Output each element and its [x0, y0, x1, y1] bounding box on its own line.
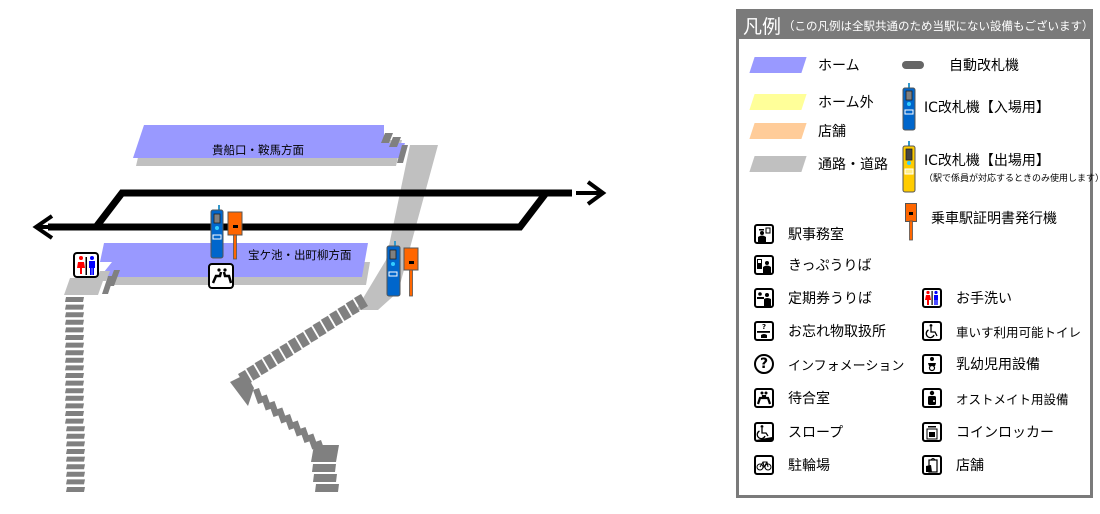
tracks [48, 189, 572, 231]
slope-icon [754, 422, 774, 442]
platform-swatch [749, 57, 807, 73]
waiting-room-icon [754, 388, 774, 408]
shop-icon [922, 455, 942, 475]
stair-step [65, 327, 84, 333]
restroom-icon [922, 288, 942, 308]
passage-swatch [749, 156, 807, 172]
stair-step [65, 365, 84, 371]
legend-lost-and-found: ? お忘れ物取扱所 [754, 321, 886, 341]
stair-step [66, 449, 85, 454]
baby-facility-icon [922, 354, 942, 374]
stair-step [66, 456, 85, 462]
track-upper [93, 189, 572, 230]
legend-slope: スロープ [754, 422, 843, 442]
ticket-counter-icon [754, 255, 774, 275]
stair-step [65, 357, 84, 363]
shop-swatch [749, 123, 807, 139]
legend-station-office: 駅事務室 [754, 224, 844, 244]
legend-panel: 凡例 （この凡例は全駅共通のため当駅にない設備もございます） ホーム ホーム外 … [736, 9, 1100, 498]
stair-step [65, 319, 84, 325]
platform-label-takaragaike-demachiyanagi: 宝ケ池・出町柳方面 [248, 248, 352, 262]
legend-area-platform: ホーム [749, 55, 860, 75]
stair-step [66, 433, 85, 439]
certificate-machine-passage [403, 247, 419, 297]
legend-ic-gate-entry: IC改札機【入場用】 [902, 83, 1050, 131]
legend-ostomate: オストメイト用設備 [922, 388, 1069, 408]
ic-gate-exit-label: IC改札機【出場用】 [924, 153, 1050, 169]
legend-area-passage: 通路・道路 [749, 154, 888, 174]
ic-gate-exit-note: （駅で係員が対応するときのみ使用します） [924, 174, 1100, 184]
stair-step [65, 395, 84, 401]
legend-waiting-room: 待合室 [754, 388, 830, 408]
restroom-icon [73, 252, 99, 278]
platform-label-kibuneguchi-kurama: 貴船口・鞍馬方面 [212, 143, 304, 157]
arrow-right-icon [576, 180, 607, 206]
ic-gate-entry-icon [902, 83, 916, 131]
legend-auto-gate: 自動改札機 [902, 55, 1019, 75]
track-lower [48, 190, 549, 231]
waiting-room-icon [208, 263, 234, 289]
legend-wheelchair-toilet: 車いす利用可能トイレ [922, 321, 1081, 341]
legend-title-bar: 凡例 （この凡例は全駅共通のため当駅にない設備もございます） [739, 12, 1094, 39]
stair-step [66, 464, 85, 470]
legend-area-shop: 店舗 [749, 121, 846, 141]
arrow-left-icon [32, 214, 62, 240]
stair-step [66, 487, 85, 492]
legend-note: （この凡例は全駅共通のため当駅にない設備もございます） [783, 18, 1094, 33]
stair-step [65, 350, 84, 356]
legend-bicycle-parking: 駐輪場 [754, 455, 830, 475]
legend-certificate-machine: 乗車駅証明書発行機 [905, 203, 1057, 241]
legend-restroom: お手洗い [922, 288, 1012, 308]
stair-step [65, 411, 84, 416]
certificate-machine-icon [905, 203, 917, 241]
legend-ticket-counter: きっぷうりば [754, 255, 871, 275]
ic-gate-entry-lower [210, 205, 224, 259]
auto-gate-icon [902, 61, 924, 69]
commuter-pass-counter-icon [754, 288, 774, 308]
stair-step [66, 441, 85, 447]
stair-step [315, 484, 339, 492]
legend-area-outside-platform: ホーム外 [749, 92, 874, 112]
stair-step [65, 342, 84, 348]
outside-platform-swatch [749, 94, 807, 110]
stair-step [66, 479, 85, 485]
stair-step [65, 312, 84, 318]
stair-step [66, 471, 85, 477]
ic-gate-exit-icon [902, 141, 916, 193]
ic-gate-entry-passage [386, 241, 401, 297]
stair-step [66, 426, 85, 432]
stair-step [65, 297, 84, 302]
information-icon: ? [754, 354, 774, 374]
legend-ic-gate-exit: IC改札機【出場用】 （駅で係員が対応するときのみ使用します） [902, 141, 1100, 193]
stair-step [313, 474, 337, 482]
ostomate-icon [922, 388, 942, 408]
stair-step [311, 445, 339, 462]
wheelchair-toilet-icon [922, 321, 942, 341]
stair-step [65, 380, 84, 386]
legend-baby-facility: 乳幼児用設備 [922, 354, 1040, 374]
svg-text:?: ? [762, 323, 766, 331]
stair-step [65, 418, 84, 424]
stair-step [65, 335, 84, 340]
stair-step [230, 374, 254, 406]
stair-step [65, 304, 84, 310]
legend-title: 凡例 [743, 16, 782, 38]
legend-coin-locker: コインロッカー [922, 422, 1054, 442]
stair-step [312, 464, 336, 472]
stairs-left-long [65, 297, 85, 492]
station-map: 貴船口・鞍馬方面 宝ケ池・出町柳方面 [0, 0, 720, 510]
stair-step [65, 373, 84, 378]
station-office-icon [754, 224, 774, 244]
stairs-zigzag [230, 294, 368, 492]
legend-shop: 店舗 [922, 455, 984, 475]
stair-step [65, 388, 84, 394]
lost-and-found-icon: ? [754, 321, 774, 341]
legend-commuter-pass-counter: 定期券うりば [754, 288, 872, 308]
station-map-svg [32, 125, 607, 492]
stair-step [65, 403, 84, 409]
bicycle-parking-icon [754, 455, 774, 475]
coin-locker-icon [922, 422, 942, 442]
legend-information: ? インフォメーション [754, 354, 904, 374]
